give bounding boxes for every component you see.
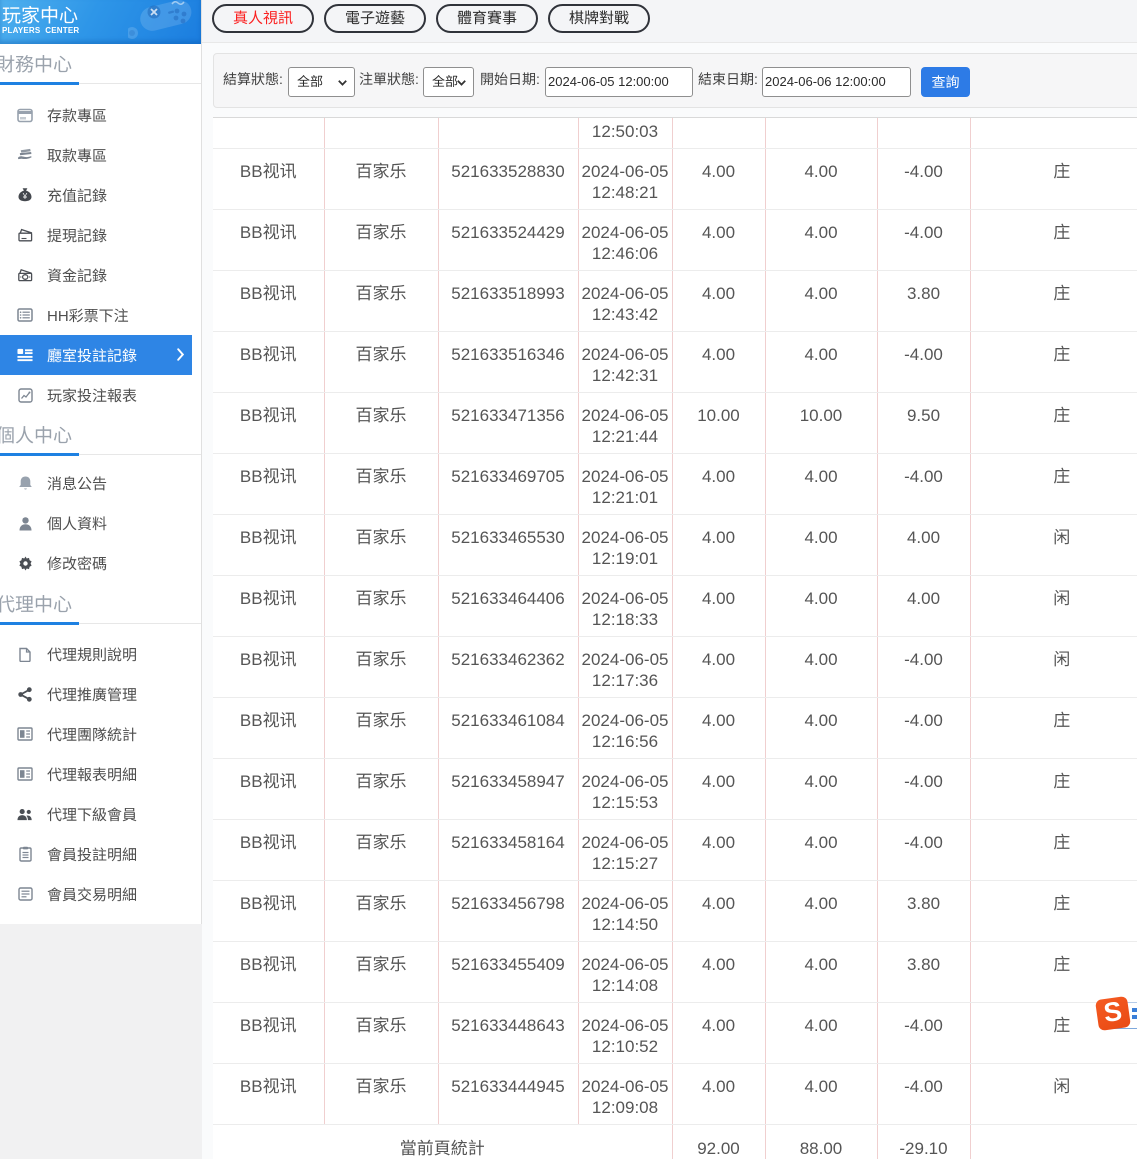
svg-text:¥: ¥ [22, 192, 28, 201]
